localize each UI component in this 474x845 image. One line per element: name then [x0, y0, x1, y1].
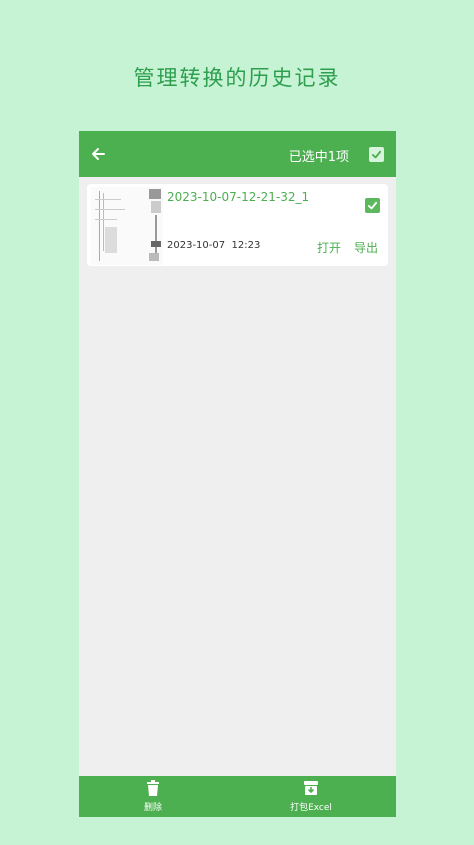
delete-button[interactable]: 删除 [113, 780, 193, 813]
select-all-checkbox[interactable] [369, 147, 384, 162]
back-button[interactable] [85, 141, 111, 167]
document-thumbnail [91, 187, 163, 265]
selected-count: 已选中1项 [288, 150, 349, 165]
trash-icon [147, 780, 159, 796]
app-bar: 已选中1项 [79, 131, 396, 177]
checkmark-icon [371, 150, 382, 159]
open-button[interactable]: 打开 [317, 239, 341, 256]
file-time: 12:23 [231, 240, 261, 251]
file-date: 2023-10-07 [167, 240, 226, 251]
checkmark-icon [367, 201, 378, 210]
promo-title: 管理转换的历史记录 [133, 66, 341, 90]
arrow-left-icon [92, 148, 105, 160]
delete-label: 删除 [143, 803, 162, 813]
pack-excel-label: 打包Excel [290, 803, 332, 813]
file-datetime: 2023-10-07 12:23 [167, 240, 260, 251]
export-button[interactable]: 导出 [354, 239, 378, 256]
file-name: 2023-10-07-12-21-32_1 [167, 190, 310, 204]
pack-excel-button[interactable]: 打包Excel [271, 780, 351, 813]
app-screen: 已选中1项 2023-10-07-12-21-32_1 2023-10-07 1… [79, 131, 396, 817]
bottom-action-bar: 删除 打包Excel [79, 776, 396, 817]
item-checkbox[interactable] [365, 198, 380, 213]
archive-icon [304, 781, 318, 795]
history-list-item[interactable]: 2023-10-07-12-21-32_1 2023-10-07 12:23 打… [87, 184, 388, 266]
